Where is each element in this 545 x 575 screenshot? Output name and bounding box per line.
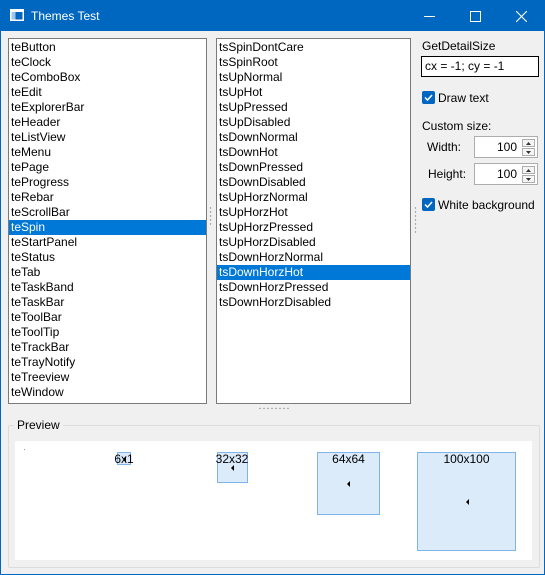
preview-group-title: Preview: [14, 418, 63, 432]
list-item[interactable]: tsDownDisabled: [217, 175, 410, 190]
list-item[interactable]: tsSpinDontCare: [217, 40, 410, 55]
white-background-label[interactable]: White background: [438, 198, 535, 212]
list-item[interactable]: teButton: [9, 40, 206, 55]
list-item[interactable]: teTrayNotify: [9, 355, 206, 370]
list-item[interactable]: teTaskBand: [9, 280, 206, 295]
list-item[interactable]: teStartPanel: [9, 235, 206, 250]
list-item[interactable]: teListView: [9, 130, 206, 145]
list-item[interactable]: teTab: [9, 265, 206, 280]
list-item[interactable]: tsUpPressed: [217, 100, 410, 115]
width-up-button[interactable]: [522, 139, 535, 147]
preview-label-6: 6x1: [114, 452, 134, 466]
preview-dot: [24, 449, 25, 450]
title-bar[interactable]: Themes Test: [1, 1, 544, 31]
preview-label-64: 64x64: [332, 452, 365, 466]
height-label: Height:: [428, 167, 467, 181]
height-down-button[interactable]: [522, 175, 535, 183]
app-icon: [10, 9, 24, 21]
app-window: Themes Test teButton teClock teComboBox teE…: [0, 0, 545, 575]
list-item[interactable]: teWindow: [9, 385, 206, 400]
list-item[interactable]: teSpin: [9, 220, 206, 235]
checkmark-icon: [424, 94, 433, 102]
checkmark-icon: [424, 201, 433, 209]
maximize-button[interactable]: [452, 1, 498, 31]
width-spinner[interactable]: 100: [474, 136, 538, 158]
width-label: Width:: [427, 140, 462, 154]
preview-label-100: 100x100: [443, 452, 490, 466]
preview-label-32: 32x32: [215, 452, 249, 466]
list-item[interactable]: tsDownHorzNormal: [217, 250, 410, 265]
list-item[interactable]: teToolBar: [9, 310, 206, 325]
draw-text-label[interactable]: Draw text: [438, 91, 489, 105]
detail-size-label: GetDetailSize: [422, 39, 496, 53]
minimize-button[interactable]: [406, 1, 452, 31]
splitter-grip-left[interactable]: [209, 206, 212, 226]
list-item[interactable]: tsUpHorzHot: [217, 205, 410, 220]
list-item[interactable]: tePage: [9, 160, 206, 175]
draw-text-checkbox[interactable]: [422, 91, 435, 104]
white-background-checkbox[interactable]: [422, 198, 435, 211]
minimize-icon: [423, 15, 435, 17]
list-item[interactable]: tsDownNormal: [217, 130, 410, 145]
state-listbox[interactable]: tsSpinDontCare tsSpinRoot tsUpNormal tsUpHo…: [216, 38, 411, 404]
list-item[interactable]: teMenu: [9, 145, 206, 160]
splitter-grip-horizontal[interactable]: [258, 407, 290, 410]
list-item[interactable]: teTrackBar: [9, 340, 206, 355]
list-item[interactable]: tsUpHorzPressed: [217, 220, 410, 235]
list-item[interactable]: teExplorerBar: [9, 100, 206, 115]
list-item[interactable]: tsUpHorzDisabled: [217, 235, 410, 250]
list-item[interactable]: teStatus: [9, 250, 206, 265]
list-item[interactable]: tsDownHot: [217, 145, 410, 160]
list-item[interactable]: tsDownHorzDisabled: [217, 295, 410, 310]
custom-size-label: Custom size:: [422, 119, 492, 133]
caret-up-icon: [526, 168, 531, 172]
detail-size-field[interactable]: cx = -1; cy = -1: [421, 56, 539, 77]
close-button[interactable]: [498, 1, 544, 31]
list-item[interactable]: teTaskBar: [9, 295, 206, 310]
caret-up-icon: [526, 141, 531, 145]
list-item[interactable]: tsUpHot: [217, 85, 410, 100]
caret-down-icon: [526, 177, 531, 181]
width-value[interactable]: 100: [497, 140, 517, 154]
list-item[interactable]: teEdit: [9, 85, 206, 100]
width-down-button[interactable]: [522, 148, 535, 156]
list-item[interactable]: tsUpNormal: [217, 70, 410, 85]
height-value[interactable]: 100: [497, 167, 517, 181]
caret-down-icon: [526, 150, 531, 154]
list-item[interactable]: teRebar: [9, 190, 206, 205]
maximize-icon: [469, 10, 481, 22]
preview-canvas: 6x1 32x32 64x64 100x100: [15, 441, 532, 560]
height-spinner[interactable]: 100: [474, 163, 538, 185]
close-icon: [515, 10, 527, 22]
arrow-left-icon: [466, 499, 469, 505]
list-item[interactable]: tsUpDisabled: [217, 115, 410, 130]
window-title: Themes Test: [31, 9, 100, 23]
list-item[interactable]: teTreeview: [9, 370, 206, 385]
arrow-left-icon: [347, 481, 350, 487]
list-item[interactable]: teScrollBar: [9, 205, 206, 220]
list-item[interactable]: teToolTip: [9, 325, 206, 340]
list-item[interactable]: teComboBox: [9, 70, 206, 85]
list-item[interactable]: tsDownHorzPressed: [217, 280, 410, 295]
list-item[interactable]: teHeader: [9, 115, 206, 130]
list-item[interactable]: tsUpHorzNormal: [217, 190, 410, 205]
height-up-button[interactable]: [522, 166, 535, 174]
class-listbox[interactable]: teButton teClock teComboBox teEdit teExplore…: [8, 38, 207, 404]
list-item[interactable]: tsDownPressed: [217, 160, 410, 175]
list-item[interactable]: tsDownHorzHot: [217, 265, 410, 280]
preview-box-100: [417, 452, 516, 551]
list-item[interactable]: teClock: [9, 55, 206, 70]
splitter-grip-right[interactable]: [414, 206, 417, 234]
list-item[interactable]: teProgress: [9, 175, 206, 190]
list-item[interactable]: tsSpinRoot: [217, 55, 410, 70]
